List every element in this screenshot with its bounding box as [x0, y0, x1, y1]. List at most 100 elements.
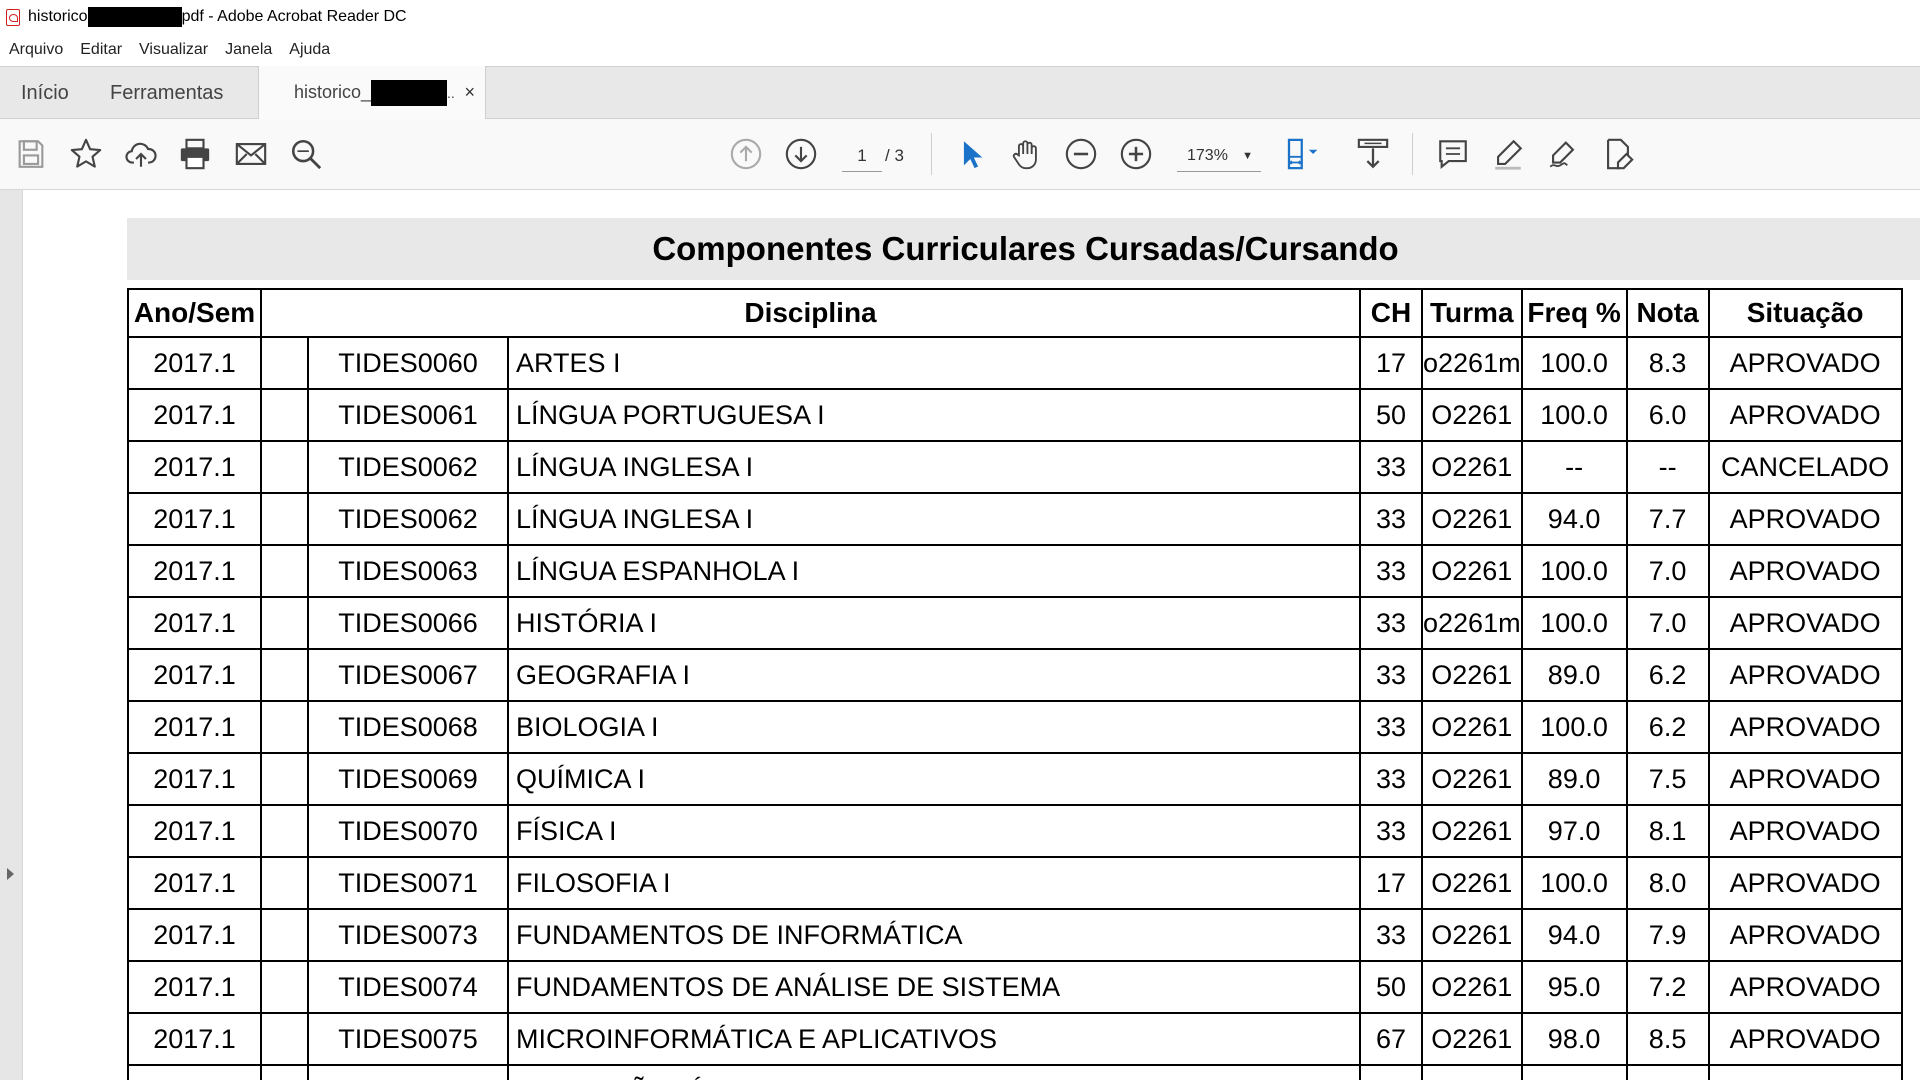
cell-turma: O2261	[1421, 1064, 1523, 1080]
table-row: 2017.1 TIDES0067 GEOGRAFIA I 33 O2261 89.0 6.2…	[127, 648, 1903, 702]
cell-ano-sem: 2017.1	[127, 544, 262, 598]
tab-document[interactable]: historico_ .. ×	[258, 66, 486, 119]
title-bar: historico pdf - Adobe Acrobat Reader DC	[0, 0, 1920, 34]
cell-nota: 7.0	[1625, 544, 1710, 598]
cell-disciplina: FÍSICA I	[507, 804, 1361, 858]
print-icon[interactable]	[177, 136, 213, 172]
cell-turma: o2261m	[1421, 596, 1523, 650]
document-viewport[interactable]: Componentes Curriculares Cursadas/Cursan…	[0, 190, 1920, 1080]
cell-ch: 33	[1359, 908, 1423, 962]
cell-blank	[260, 544, 309, 598]
cell-ano-sem: 2017.2	[127, 1064, 262, 1080]
cell-disciplina: FUNDAMENTOS DE ANÁLISE DE SISTEMA	[507, 960, 1361, 1014]
cell-blank	[260, 856, 309, 910]
menu-ajuda[interactable]: Ajuda	[289, 41, 330, 59]
table-row: 2017.1 TIDES0071 FILOSOFIA I 17 O2261 100.0 8.…	[127, 856, 1903, 910]
cell-freq: 89.0	[1520, 648, 1628, 702]
cloud-upload-icon[interactable]	[123, 136, 159, 172]
cell-blank	[260, 960, 309, 1014]
cell-turma: o2261m	[1421, 336, 1523, 390]
table-row: 2017.1 TIDES0069 QUÍMICA I 33 O2261 89.0 7.5 AP…	[127, 752, 1903, 806]
cell-ch: 33	[1359, 596, 1423, 650]
cell-ano-sem: 2017.1	[127, 440, 262, 494]
window-title: historico pdf - Adobe Acrobat Reader DC	[28, 7, 407, 27]
cell-ch: 33	[1359, 544, 1423, 598]
menu-arquivo[interactable]: Arquivo	[9, 41, 63, 59]
header-disciplina: Disciplina	[260, 288, 1361, 338]
menu-editar[interactable]: Editar	[80, 41, 122, 59]
cell-situacao: APROVADO	[1707, 544, 1903, 598]
tab-ferramentas[interactable]: Ferramentas	[110, 67, 223, 119]
cell-freq: 100.0	[1520, 596, 1628, 650]
cell-nota: 8.5	[1625, 1012, 1710, 1066]
cell-disciplina: LÍNGUA INGLESA I	[507, 440, 1361, 494]
page-number-input[interactable]: 1	[842, 141, 882, 172]
search-icon[interactable]	[288, 136, 324, 172]
sign-icon[interactable]	[1545, 136, 1581, 172]
cell-freq: 94.0	[1520, 492, 1628, 546]
zoom-level-dropdown[interactable]: 173% ▼	[1177, 141, 1261, 172]
cell-nota: 7.9	[1625, 908, 1710, 962]
cell-nota: 8.0	[1625, 856, 1710, 910]
select-arrow-icon[interactable]	[953, 136, 989, 172]
cell-disciplina: GEOGRAFIA I	[507, 648, 1361, 702]
hand-icon[interactable]	[1008, 136, 1044, 172]
toolbar-divider	[931, 133, 932, 175]
cell-nota: 6.0	[1625, 388, 1710, 442]
menu-janela[interactable]: Janela	[225, 41, 272, 59]
table-row: 2017.1 TIDES0073 FUNDAMENTOS DE INFORMÁTIC…	[127, 908, 1903, 962]
cell-ch: 17	[1359, 856, 1423, 910]
zoom-out-icon[interactable]	[1063, 136, 1099, 172]
tab-inicio[interactable]: Início	[21, 67, 69, 119]
menu-visualizar[interactable]: Visualizar	[139, 41, 208, 59]
star-icon[interactable]	[68, 136, 104, 172]
cell-code: TIDES0061	[307, 388, 509, 442]
cell-disciplina: EDUCAÇÃO FÍSICA I	[507, 1064, 1361, 1080]
page-down-icon[interactable]	[783, 136, 819, 172]
table-row: 2017.1 TIDES0066 HISTÓRIA I 33 o2261m 100.0 7.…	[127, 596, 1903, 650]
cell-ch: 17	[1359, 1064, 1423, 1080]
cell-turma: O2261	[1421, 544, 1523, 598]
header-ano-sem: Ano/Sem	[127, 288, 262, 338]
fit-page-icon[interactable]	[1283, 136, 1329, 172]
cell-ano-sem: 2017.1	[127, 908, 262, 962]
cell-nota: 6.2	[1625, 700, 1710, 754]
cell-ch: 33	[1359, 648, 1423, 702]
cell-freq: 100.0	[1520, 336, 1628, 390]
cell-code: TIDES0070	[307, 804, 509, 858]
cell-blank	[260, 336, 309, 390]
page-up-icon[interactable]	[728, 136, 764, 172]
header-situacao: Situação	[1707, 288, 1903, 338]
table-row: 2017.1 TIDES0060 ARTES I 17 o2261m 100.0 8.3 AP…	[127, 336, 1903, 390]
zoom-in-icon[interactable]	[1118, 136, 1154, 172]
header-nota: Nota	[1625, 288, 1710, 338]
cell-turma: O2261	[1421, 440, 1523, 494]
save-icon[interactable]	[13, 136, 49, 172]
cell-freq: 89.0	[1520, 752, 1628, 806]
cell-ano-sem: 2017.1	[127, 752, 262, 806]
table-row: 2017.1 TIDES0062 LÍNGUA INGLESA I 33 O2261 --…	[127, 440, 1903, 494]
fill-sign-icon[interactable]	[1600, 136, 1636, 172]
cell-ch: 67	[1359, 1012, 1423, 1066]
navigation-pane-toggle[interactable]	[0, 190, 23, 1080]
cell-situacao: APROVADO	[1707, 492, 1903, 546]
highlight-icon[interactable]	[1490, 136, 1526, 172]
table-row: 2017.1 TIDES0068 BIOLOGIA I 33 O2261 100.0 6.2…	[127, 700, 1903, 754]
menu-bar: Arquivo Editar Visualizar Janela Ajuda	[0, 34, 1920, 66]
header-turma: Turma	[1421, 288, 1523, 338]
cell-situacao: APROVADO	[1707, 1064, 1903, 1080]
window-title-prefix: historico	[28, 8, 88, 25]
cell-turma: O2261	[1421, 960, 1523, 1014]
table-row: 2017.1 TIDES0062 LÍNGUA INGLESA I 33 O2261 94…	[127, 492, 1903, 546]
toolbar: 1 / 3 173% ▼	[0, 119, 1920, 190]
cell-turma: O2261	[1421, 856, 1523, 910]
cell-blank	[260, 1064, 309, 1080]
email-icon[interactable]	[233, 136, 269, 172]
cell-situacao: APROVADO	[1707, 1012, 1903, 1066]
comment-icon[interactable]	[1435, 136, 1471, 172]
cell-ch: 33	[1359, 492, 1423, 546]
close-tab-icon[interactable]: ×	[464, 82, 475, 103]
table-row: 2017.1 TIDES0074 FUNDAMENTOS DE ANÁLISE DE…	[127, 960, 1903, 1014]
cell-situacao: APROVADO	[1707, 752, 1903, 806]
scroll-mode-icon[interactable]	[1355, 136, 1391, 172]
